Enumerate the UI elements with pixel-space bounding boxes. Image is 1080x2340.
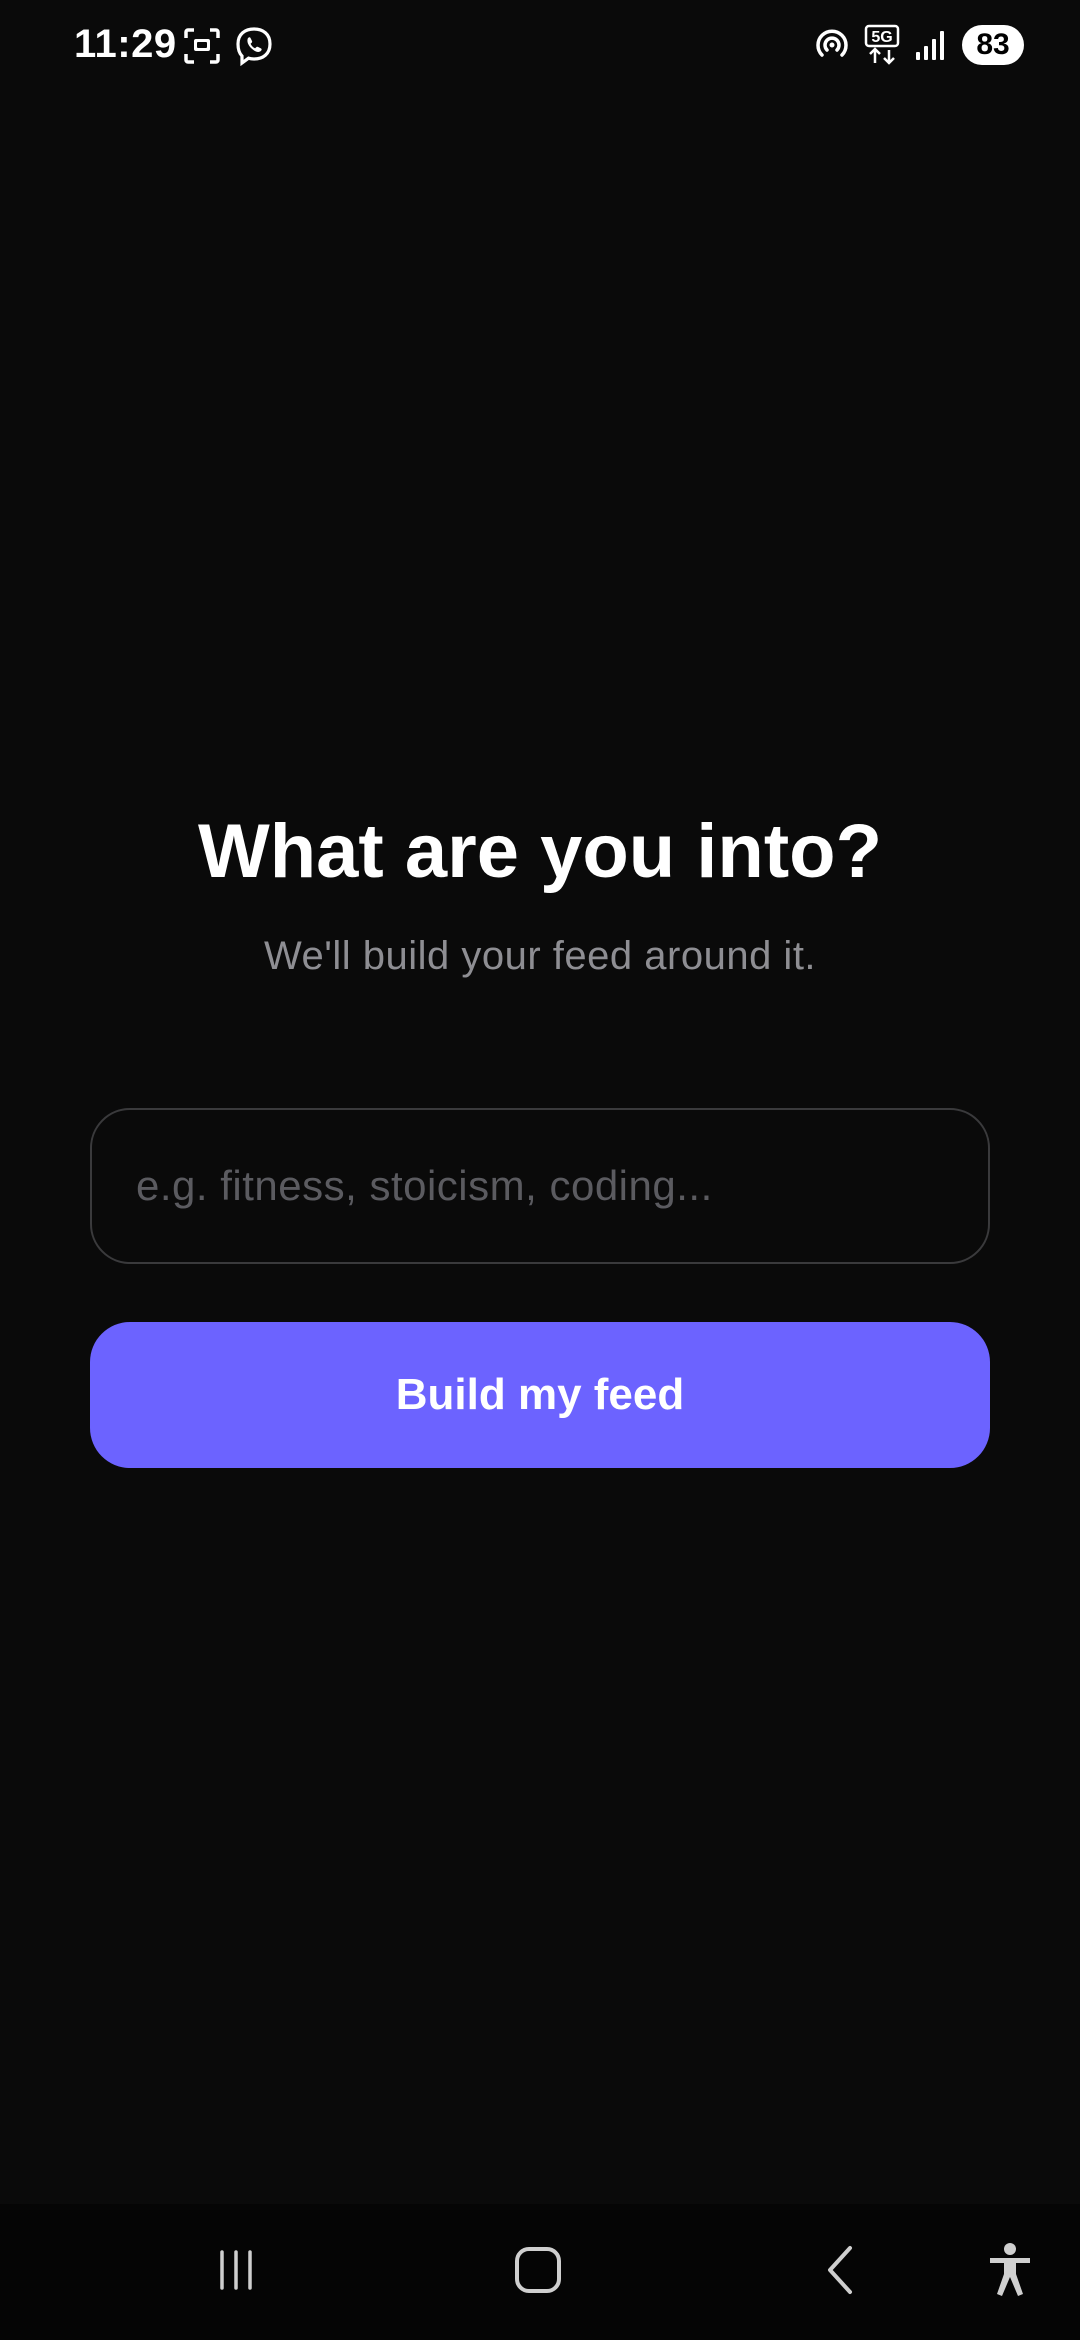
status-system-icons: 5G 83	[814, 24, 1024, 66]
back-icon	[820, 2244, 860, 2301]
home-button[interactable]	[488, 2204, 588, 2340]
back-button[interactable]	[790, 2204, 890, 2340]
system-navigation-bar	[0, 2204, 1080, 2340]
5g-data-icon: 5G	[864, 24, 900, 66]
interests-input[interactable]	[90, 1108, 990, 1264]
accessibility-icon	[986, 2242, 1034, 2303]
recent-apps-icon	[212, 2246, 260, 2299]
recent-apps-button[interactable]	[186, 2204, 286, 2340]
hotspot-icon	[814, 27, 850, 63]
battery-indicator: 83	[962, 25, 1024, 65]
page-title: What are you into?	[198, 809, 882, 894]
accessibility-button[interactable]	[960, 2204, 1060, 2340]
page-subtitle: We'll build your feed around it.	[263, 934, 817, 978]
build-feed-button[interactable]: Build my feed	[90, 1322, 990, 1468]
status-time: 11:29	[74, 22, 177, 66]
screenshot-icon	[182, 26, 222, 66]
home-icon	[512, 2244, 564, 2301]
network-type-label: 5G	[871, 29, 892, 46]
viber-icon	[234, 26, 274, 66]
status-notification-icons	[182, 26, 274, 66]
status-bar: 11:29 5G 83	[0, 0, 1080, 96]
signal-icon	[914, 28, 948, 62]
